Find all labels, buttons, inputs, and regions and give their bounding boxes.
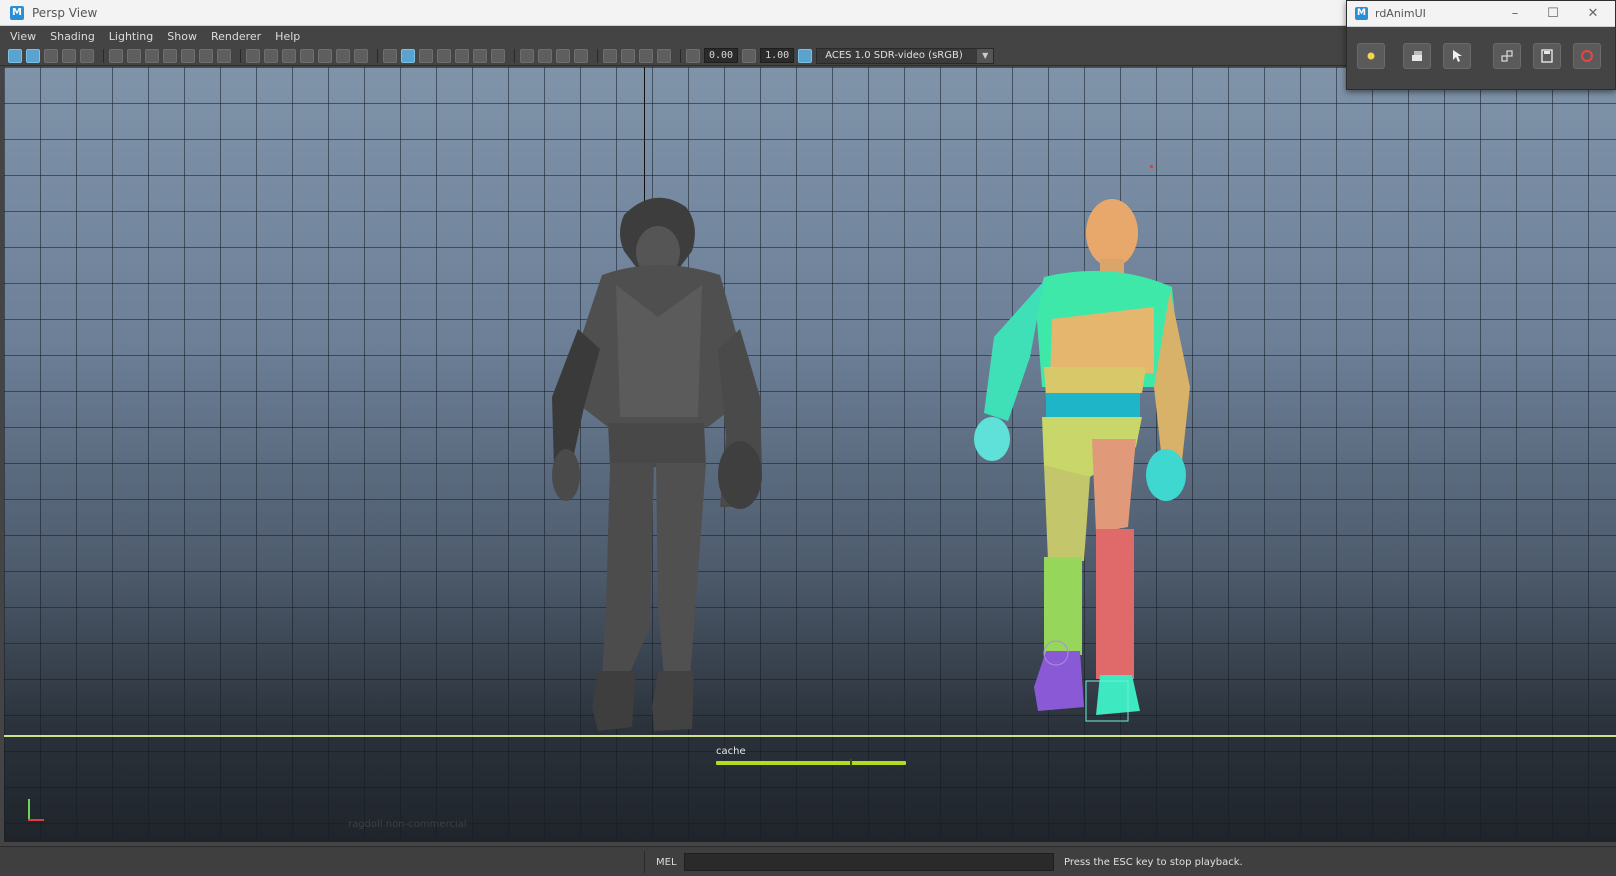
menu-renderer[interactable]: Renderer <box>211 30 261 43</box>
toolbar-separator <box>103 48 104 63</box>
grease-pencil-icon[interactable] <box>109 48 123 63</box>
menu-view[interactable]: View <box>10 30 36 43</box>
scene-characters <box>552 197 1190 731</box>
maximize-icon[interactable]: ☐ <box>1545 6 1561 21</box>
safe-action-icon[interactable] <box>318 48 332 63</box>
command-line-bar: MEL Press the ESC key to stop playback. <box>0 846 1616 876</box>
color-space-value: ACES 1.0 SDR-video (sRGB) <box>825 49 963 61</box>
cache-label: cache <box>716 746 746 757</box>
axis-x-indicator <box>28 819 44 821</box>
gamma-icon[interactable] <box>742 48 757 63</box>
field-chart-icon[interactable] <box>300 48 314 63</box>
close-icon[interactable]: ✕ <box>1585 6 1601 21</box>
cache-progress-bar <box>716 761 906 765</box>
stack-icon <box>1412 51 1422 61</box>
save-button[interactable] <box>1533 43 1561 69</box>
mel-command-input[interactable] <box>684 853 1054 871</box>
ground-plane-line <box>4 735 1616 737</box>
xray-icon[interactable] <box>603 48 617 63</box>
use-lights-icon[interactable] <box>455 48 469 63</box>
toolbar-separator <box>377 48 378 63</box>
save-icon <box>1541 49 1553 63</box>
transform-icon[interactable] <box>199 48 213 63</box>
toolbar-separator <box>240 48 241 63</box>
exposure-field[interactable]: 0.00 <box>704 48 739 63</box>
divider <box>644 851 645 873</box>
menu-shading[interactable]: Shading <box>50 30 95 43</box>
yellow-dot-icon <box>1367 52 1375 60</box>
select-camera-icon[interactable] <box>8 48 22 63</box>
smooth-shade-icon[interactable] <box>401 48 415 63</box>
depth-of-field-icon[interactable] <box>556 48 570 63</box>
maya-icon: M <box>1355 7 1368 20</box>
toolbar-separator <box>597 48 598 63</box>
shadows-icon[interactable] <box>473 48 487 63</box>
character-mesh[interactable] <box>552 197 762 731</box>
bookmark-flag-icon[interactable] <box>163 48 177 63</box>
chevron-down-icon[interactable]: ▼ <box>977 48 994 63</box>
record-button[interactable] <box>1573 43 1601 69</box>
gate-mask-icon[interactable] <box>282 48 296 63</box>
antialias-icon[interactable] <box>538 48 552 63</box>
marker-button[interactable] <box>1357 43 1385 69</box>
color-management-icon[interactable] <box>798 48 813 63</box>
camera-lock-icon[interactable] <box>127 48 141 63</box>
textured-icon[interactable] <box>437 48 451 63</box>
xray-joints-icon[interactable] <box>621 48 635 63</box>
resolution-gate-icon[interactable] <box>264 48 278 63</box>
xray-components-icon[interactable] <box>639 48 653 63</box>
menu-help[interactable]: Help <box>275 30 300 43</box>
maya-icon: M <box>10 5 24 20</box>
safe-title-icon[interactable] <box>336 48 350 63</box>
cursor-icon <box>1453 50 1462 62</box>
menu-lighting[interactable]: Lighting <box>109 30 153 43</box>
bookmark-icon[interactable] <box>44 48 58 63</box>
record-icon <box>1581 50 1593 62</box>
window-title: Persp View <box>32 5 98 20</box>
rdanimui-titlebar: M rdAnimUI – ☐ ✕ <box>1347 1 1615 27</box>
ragdoll-character[interactable] <box>974 199 1190 722</box>
mel-label[interactable]: MEL <box>656 857 677 868</box>
pose-button[interactable] <box>1493 43 1521 69</box>
menu-show[interactable]: Show <box>167 30 197 43</box>
persp-viewport[interactable]: cache ragdoll non-commercial <box>4 67 1616 842</box>
rdanimui-body <box>1347 27 1615 89</box>
rdanimui-window: M rdAnimUI – ☐ ✕ <box>1346 0 1616 90</box>
grid-icon[interactable] <box>246 48 260 63</box>
color-space-dropdown[interactable]: ACES 1.0 SDR-video (sRGB) ▼ <box>816 47 995 64</box>
camera-attributes-icon[interactable] <box>26 48 40 63</box>
cube-wire-icon[interactable] <box>383 48 397 63</box>
film-gate-icon[interactable] <box>145 48 159 63</box>
toolbar-separator <box>514 48 515 63</box>
layers-button[interactable] <box>1403 43 1431 69</box>
ambient-occlusion-icon[interactable] <box>491 48 505 63</box>
status-message: Press the ESC key to stop playback. <box>1064 857 1243 868</box>
current-frame-tick <box>850 759 852 766</box>
wireframe-on-shaded-icon[interactable] <box>419 48 433 63</box>
exposure-icon[interactable] <box>686 48 700 63</box>
2d-pan-icon[interactable] <box>80 48 94 63</box>
link-icon <box>1501 50 1513 62</box>
ragdoll-watermark: ragdoll non-commercial <box>348 819 467 830</box>
wireframe-icon[interactable] <box>354 48 368 63</box>
maya-app: M Persp View View Shading Lighting Show … <box>0 0 1616 876</box>
isolate-icon[interactable] <box>574 48 588 63</box>
pencil-icon[interactable] <box>217 48 231 63</box>
snap-icon[interactable] <box>181 48 195 63</box>
rdanimui-title: rdAnimUI <box>1375 7 1426 20</box>
select-button[interactable] <box>1443 43 1471 69</box>
minimize-icon[interactable]: – <box>1507 6 1523 21</box>
toolbar-separator <box>680 48 681 63</box>
motion-blur-icon[interactable] <box>520 48 534 63</box>
axis-y-indicator <box>28 799 30 821</box>
gamma-field[interactable]: 1.00 <box>760 48 795 63</box>
image-plane-icon[interactable] <box>62 48 76 63</box>
component-icon[interactable] <box>657 48 671 63</box>
